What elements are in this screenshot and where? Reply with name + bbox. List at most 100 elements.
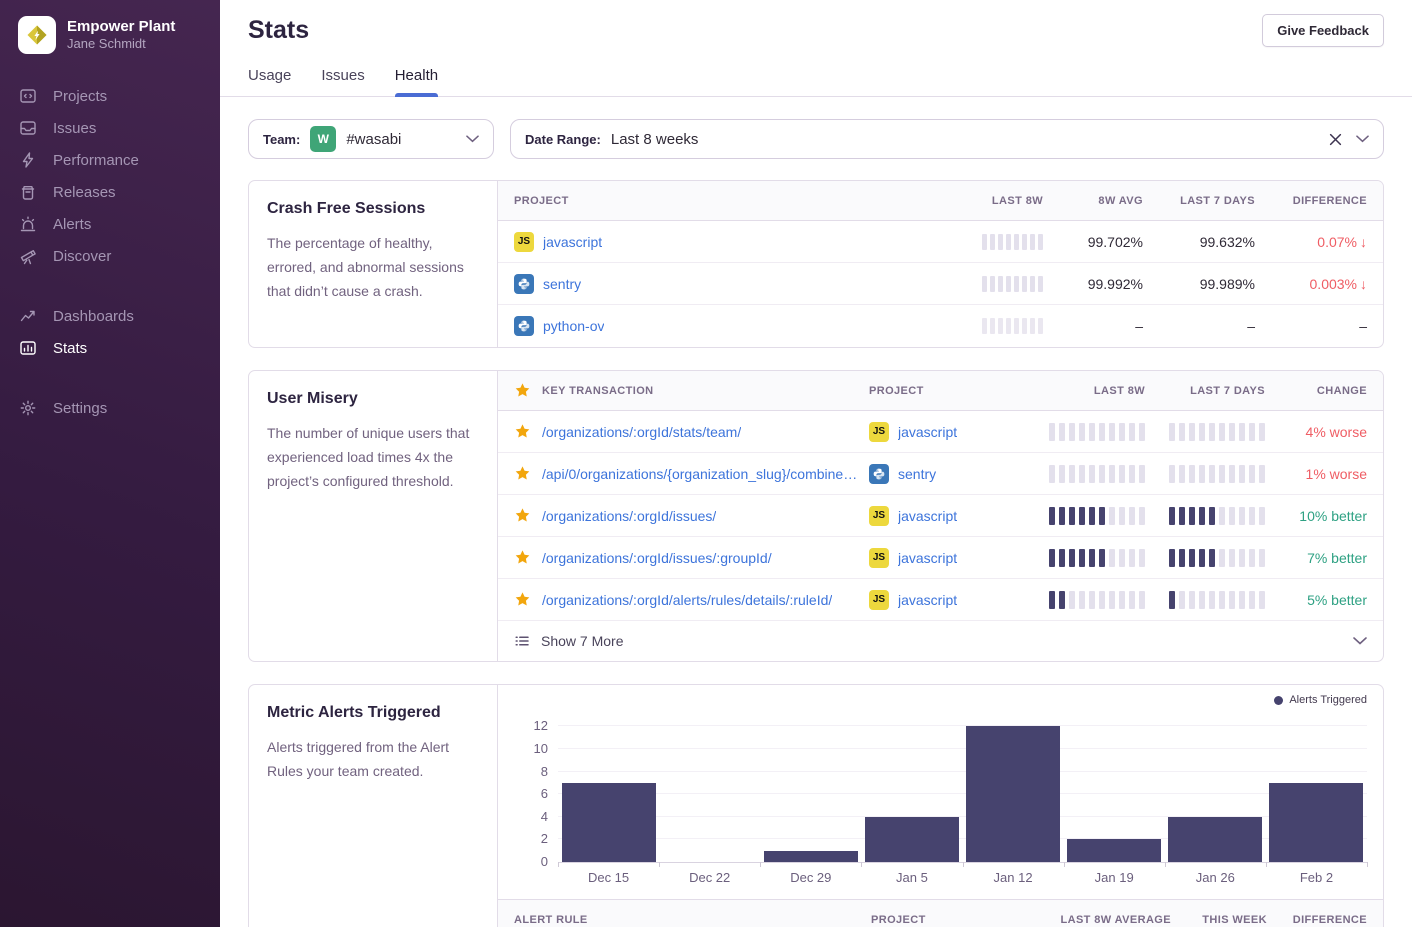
- sidebar-item-stats[interactable]: Stats: [18, 332, 220, 364]
- sparkline: [933, 318, 1043, 334]
- spark-bar: [1219, 423, 1225, 441]
- transaction-link[interactable]: /api/0/organizations/{organization_slug}…: [542, 466, 857, 482]
- chart-bar[interactable]: [1269, 783, 1363, 862]
- column-header: Change: [1265, 385, 1367, 397]
- project-link[interactable]: sentry: [543, 276, 581, 292]
- give-feedback-button[interactable]: Give Feedback: [1262, 14, 1384, 47]
- sidebar-item-performance[interactable]: Performance: [18, 144, 220, 176]
- project-link[interactable]: javascript: [898, 424, 957, 440]
- column-header: Project: [514, 195, 933, 207]
- spark-bar: [1089, 507, 1095, 525]
- x-axis-label: Feb 2: [1266, 870, 1367, 885]
- column-header: 8w Avg: [1043, 195, 1143, 207]
- transaction-link[interactable]: /organizations/:orgId/alerts/rules/detai…: [542, 592, 832, 608]
- avg-8w-value: 99.992%: [1043, 276, 1143, 292]
- chart-bar[interactable]: [966, 726, 1060, 862]
- spark-bar: [990, 318, 995, 334]
- spark-bar: [1189, 591, 1195, 609]
- sparkline: [1037, 465, 1145, 483]
- column-header: Project: [871, 914, 1021, 926]
- chart-bar[interactable]: [1168, 817, 1262, 862]
- spark-bar: [1069, 591, 1075, 609]
- sidebar-item-settings[interactable]: Settings: [18, 392, 220, 424]
- x-axis-tick: [963, 862, 964, 867]
- spark-bar: [1109, 507, 1115, 525]
- spark-bar: [1014, 276, 1019, 292]
- spark-bar: [1119, 423, 1125, 441]
- x-axis-tick: [1165, 862, 1166, 867]
- date-range-select[interactable]: Date Range: Last 8 weeks: [510, 119, 1384, 159]
- transaction-link[interactable]: /organizations/:orgId/issues/:groupId/: [542, 550, 772, 566]
- table-row: /organizations/:orgId/alerts/rules/detai…: [498, 579, 1383, 621]
- project-link[interactable]: javascript: [898, 508, 957, 524]
- star-icon[interactable]: [514, 465, 532, 482]
- spark-bar: [982, 318, 987, 334]
- chart-bar[interactable]: [562, 783, 656, 862]
- nav-divider: [18, 364, 220, 392]
- show-more-button[interactable]: Show 7 More: [498, 621, 1383, 661]
- transaction-link[interactable]: /organizations/:orgId/issues/: [542, 508, 716, 524]
- x-axis-tick: [659, 862, 660, 867]
- spark-bar: [1169, 549, 1175, 567]
- column-header: Difference: [1267, 914, 1367, 926]
- chart-bar[interactable]: [865, 817, 959, 862]
- column-header: Alert Rule: [514, 914, 871, 926]
- spark-bar: [1129, 549, 1135, 567]
- sidebar-item-dashboards[interactable]: Dashboards: [18, 300, 220, 332]
- chevron-down-icon: [466, 135, 479, 143]
- org-switcher[interactable]: Empower Plant Jane Schmidt: [18, 16, 220, 54]
- spark-bar: [1119, 549, 1125, 567]
- table-row: /organizations/:orgId/stats/team/ JS jav…: [498, 411, 1383, 453]
- org-name: Empower Plant: [67, 18, 175, 37]
- table-header-row: Project Last 8w 8w Avg Last 7 Days Diffe…: [498, 181, 1383, 221]
- sidebar-item-projects[interactable]: Projects: [18, 80, 220, 112]
- panel-description: Alerts triggered from the Alert Rules yo…: [267, 735, 479, 783]
- sidebar-item-issues[interactable]: Issues: [18, 112, 220, 144]
- tab-usage[interactable]: Usage: [248, 67, 291, 96]
- spark-bar: [1189, 549, 1195, 567]
- spark-bar: [998, 318, 1003, 334]
- sidebar-item-discover[interactable]: Discover: [18, 240, 220, 272]
- spark-bar: [1006, 276, 1011, 292]
- table-row: python-ov – – –: [498, 305, 1383, 347]
- project-link[interactable]: sentry: [898, 466, 936, 482]
- project-link[interactable]: python-ov: [543, 318, 604, 334]
- x-axis-label: Jan 5: [861, 870, 962, 885]
- sidebar-item-label: Issues: [53, 120, 96, 137]
- spark-bar: [1209, 465, 1215, 483]
- spark-bar: [1179, 549, 1185, 567]
- panel-description: The number of unique users that experien…: [267, 421, 479, 493]
- team-select[interactable]: Team: W #wasabi: [248, 119, 494, 159]
- chart-bar[interactable]: [764, 851, 858, 862]
- change-value: 1% worse: [1265, 466, 1367, 482]
- tab-issues[interactable]: Issues: [321, 67, 364, 96]
- project-link[interactable]: javascript: [898, 550, 957, 566]
- spark-bar: [1014, 234, 1019, 250]
- project-link[interactable]: javascript: [543, 234, 602, 250]
- spark-bar: [1239, 423, 1245, 441]
- spark-bar: [1049, 465, 1055, 483]
- spark-bar: [1249, 465, 1255, 483]
- nav-divider: [18, 272, 220, 300]
- alerts-chart-xlabels: Dec 15Dec 22Dec 29Jan 5Jan 12Jan 19Jan 2…: [558, 870, 1367, 885]
- project-link[interactable]: javascript: [898, 592, 957, 608]
- star-icon[interactable]: [514, 423, 532, 440]
- sidebar-item-alerts[interactable]: Alerts: [18, 208, 220, 240]
- alerts-chart-plot: 024681012: [558, 715, 1367, 863]
- legend-label: Alerts Triggered: [1289, 694, 1367, 706]
- tab-health[interactable]: Health: [395, 67, 438, 96]
- transaction-link[interactable]: /organizations/:orgId/stats/team/: [542, 424, 741, 440]
- clear-icon[interactable]: [1329, 133, 1342, 146]
- star-icon[interactable]: [514, 591, 532, 608]
- chart-bar[interactable]: [1067, 839, 1161, 862]
- spark-bar: [1239, 549, 1245, 567]
- y-axis-label: 10: [524, 741, 548, 757]
- spark-bar: [998, 234, 1003, 250]
- y-axis-label: 4: [524, 809, 548, 825]
- spark-bar: [1209, 591, 1215, 609]
- star-icon[interactable]: [514, 549, 532, 566]
- spark-bar: [1219, 549, 1225, 567]
- star-icon[interactable]: [514, 507, 532, 524]
- team-avatar: W: [310, 126, 336, 152]
- sidebar-item-releases[interactable]: Releases: [18, 176, 220, 208]
